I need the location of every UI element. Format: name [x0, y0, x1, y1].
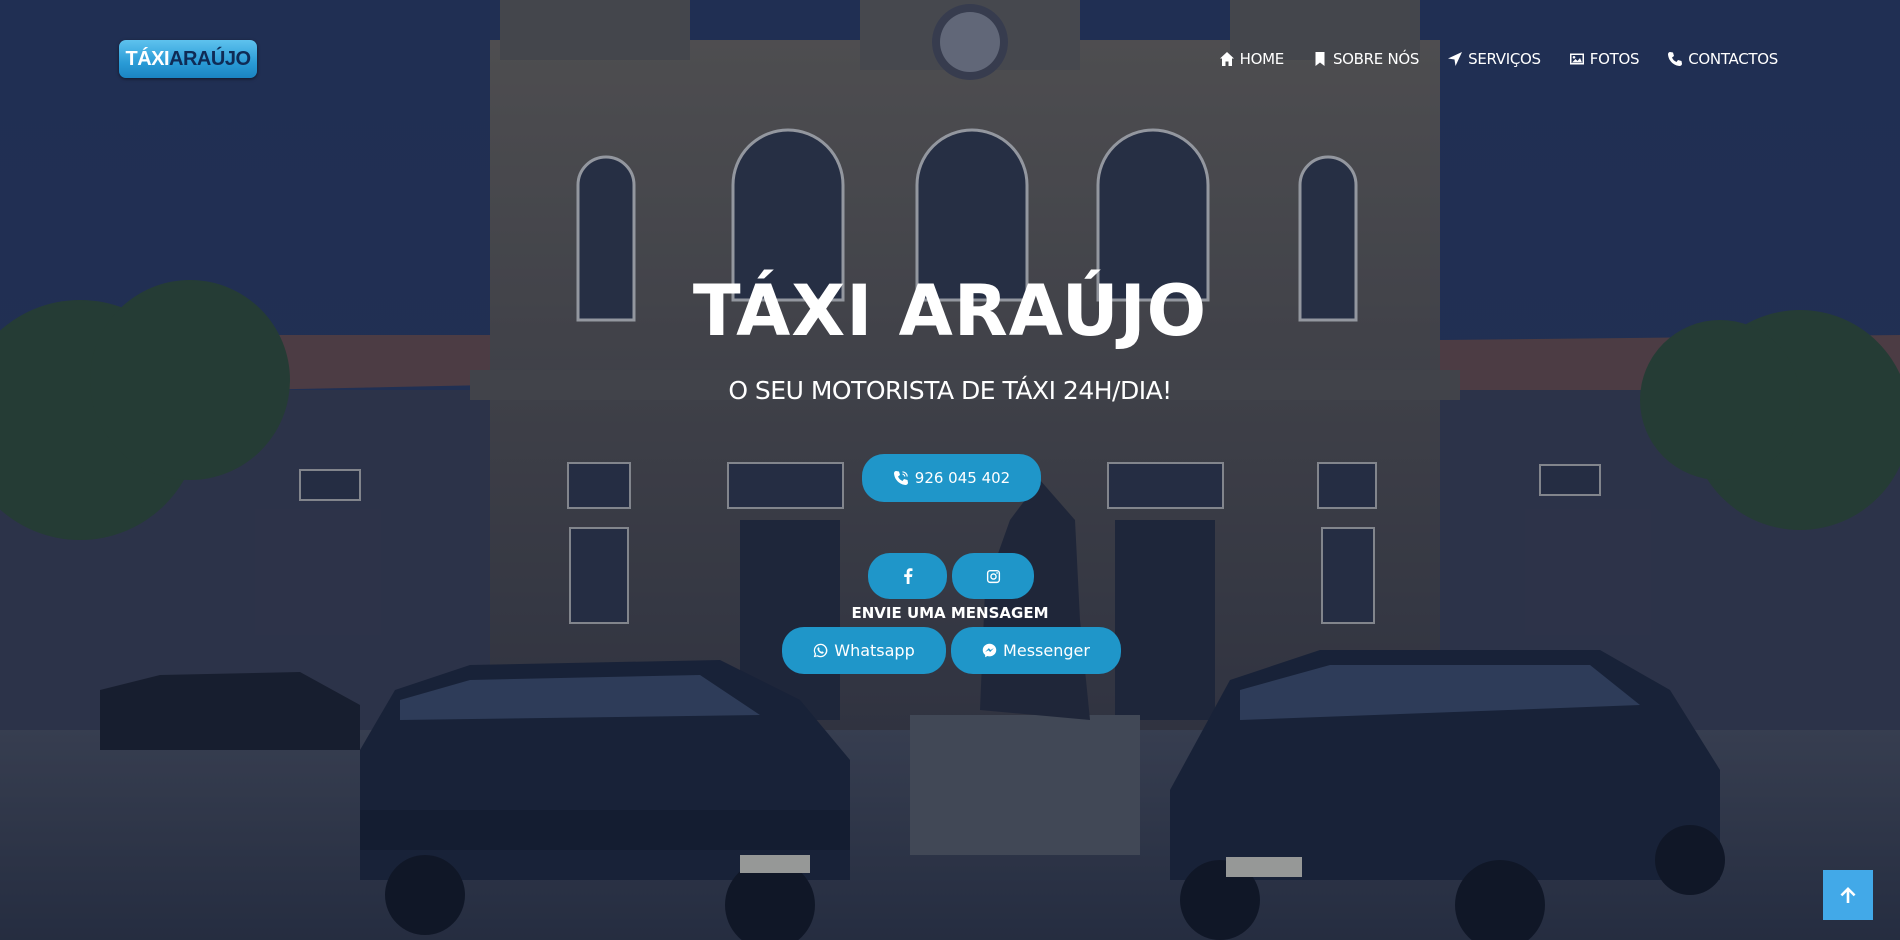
nav-label: CONTACTOS	[1688, 50, 1778, 68]
logo-text-part2: ARAÚJO	[169, 47, 251, 70]
messenger-icon	[982, 643, 997, 658]
scroll-to-top-button[interactable]	[1823, 870, 1873, 920]
phone-volume-icon	[893, 471, 908, 485]
instagram-icon	[986, 569, 1000, 583]
whatsapp-icon	[814, 643, 828, 658]
brand-logo[interactable]: TÁXI ARAÚJO	[119, 40, 257, 78]
nav-item-contactos[interactable]: CONTACTOS	[1667, 50, 1778, 68]
logo-text-part1: TÁXI	[125, 47, 170, 70]
hero-title: TÁXI ARAÚJO	[692, 270, 1208, 352]
send-message-label: ENVIE UMA MENSAGEM	[851, 604, 1049, 622]
call-phone-button[interactable]: 926 045 402	[862, 454, 1041, 502]
whatsapp-label: Whatsapp	[834, 641, 915, 660]
facebook-button[interactable]	[868, 553, 947, 599]
phone-icon	[1668, 52, 1683, 66]
image-icon	[1569, 53, 1584, 65]
facebook-icon	[903, 568, 912, 584]
nav-label: FOTOS	[1589, 50, 1640, 68]
main-nav: HOME SOBRE NÓS SERVIÇOS FOTOS CONTACTOS	[1219, 50, 1778, 68]
hero-section: TÁXI ARAÚJO HOME SOBRE NÓS SERVIÇOS FOTOS…	[0, 0, 1900, 940]
location-arrow-icon	[1448, 52, 1463, 66]
nav-label: SOBRE NÓS	[1332, 50, 1420, 68]
nav-item-fotos[interactable]: FOTOS	[1569, 50, 1640, 68]
messenger-button[interactable]: Messenger	[951, 627, 1121, 674]
instagram-button[interactable]	[952, 553, 1034, 599]
home-icon	[1219, 52, 1234, 66]
nav-label: SERVIÇOS	[1468, 50, 1541, 68]
hero-subtitle: O SEU MOTORISTA DE TÁXI 24H/DIA!	[728, 376, 1172, 405]
nav-item-home[interactable]: HOME	[1219, 50, 1284, 68]
bookmark-icon	[1315, 52, 1325, 66]
arrow-up-icon	[1840, 887, 1856, 903]
phone-number-label: 926 045 402	[914, 469, 1011, 487]
messenger-label: Messenger	[1003, 641, 1090, 660]
nav-label: HOME	[1239, 50, 1285, 68]
nav-item-sobre-nos[interactable]: SOBRE NÓS	[1312, 50, 1419, 68]
whatsapp-button[interactable]: Whatsapp	[782, 627, 946, 674]
nav-item-servicos[interactable]: SERVIÇOS	[1447, 50, 1541, 68]
